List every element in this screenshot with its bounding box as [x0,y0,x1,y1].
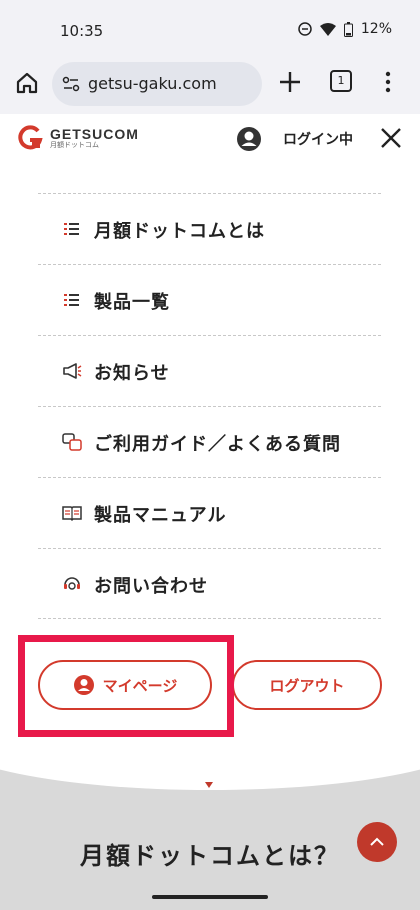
url-text: getsu-gaku.com [88,74,217,93]
chevron-up-icon [370,837,384,846]
close-icon[interactable] [380,127,402,149]
headset-icon [64,577,80,590]
status-icons: 12% [298,21,392,37]
down-arrow-icon [205,782,213,788]
wifi-icon [319,23,336,36]
logo-wordmark: GETSUCOM [50,125,139,142]
list-icon [64,294,79,306]
menu-item-label: 月額ドットコムとは [94,221,265,242]
new-tab-icon[interactable] [276,68,304,96]
qa-icon [62,433,82,451]
highlight-box [18,635,234,737]
dnd-icon [298,22,312,36]
logo-subtitle: 月額ドットコム [50,141,99,149]
site-header: GETSUCOM 月額ドットコム ログイン中 [0,114,420,164]
list-icon [64,223,79,235]
home-icon[interactable] [12,68,42,98]
battery-icon [343,21,353,37]
menu-item-guide-faq[interactable]: ご利用ガイド／よくある質問 [38,406,381,477]
account-icon[interactable] [236,126,262,152]
address-bar[interactable]: getsu-gaku.com [52,62,262,106]
megaphone-icon [63,363,82,379]
nav-menu: 月額ドットコムとは 製品一覧 お知らせ ご利用ガイド／よくある質問 製品マニュア… [38,193,381,619]
logo-mark-icon [18,125,43,150]
gesture-navigation-bar[interactable] [152,895,268,899]
scroll-to-top-button[interactable] [357,822,397,862]
battery-level: 12% [360,21,392,37]
menu-item-label: お問い合わせ [94,576,208,597]
browser-toolbar: getsu-gaku.com 1 [0,54,420,115]
menu-item-about[interactable]: 月額ドットコムとは [38,193,381,264]
menu-item-news[interactable]: お知らせ [38,335,381,406]
status-time: 10:35 [60,22,104,40]
logout-button[interactable]: ログアウト [232,660,382,710]
logout-label: ログアウト [269,676,345,695]
menu-item-label: 製品一覧 [94,292,170,313]
overflow-menu-icon[interactable] [382,68,394,96]
status-bar: 10:35 12% [0,0,420,54]
menu-item-contact[interactable]: お問い合わせ [38,548,381,619]
site-logo[interactable]: GETSUCOM 月額ドットコム [16,124,139,152]
site-settings-icon[interactable] [62,75,80,93]
menu-item-manual[interactable]: 製品マニュアル [38,477,381,548]
login-status: ログイン中 [283,132,353,148]
menu-item-label: 製品マニュアル [94,505,227,526]
menu-item-label: ご利用ガイド／よくある質問 [94,434,341,455]
menu-item-label: お知らせ [94,363,170,384]
menu-item-products[interactable]: 製品一覧 [38,264,381,335]
book-icon [62,506,82,522]
tab-switcher-button[interactable]: 1 [330,70,352,92]
